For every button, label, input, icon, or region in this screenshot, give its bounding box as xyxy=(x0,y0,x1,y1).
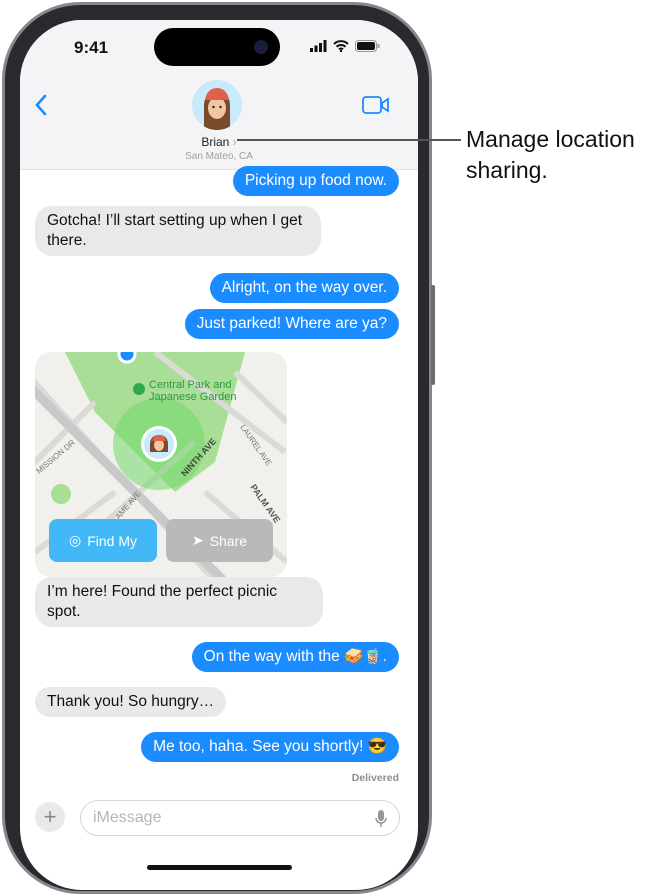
message-bubble[interactable]: Thank you! So hungry… xyxy=(35,687,227,717)
dynamic-island xyxy=(154,28,280,66)
conversation-header: 9:41 Brian › San Mateo, CA xyxy=(20,20,418,170)
delivered-status: Delivered xyxy=(351,772,399,784)
message-bubble[interactable]: I’m here! Found the perfect picnic spot. xyxy=(35,577,323,627)
map-place-label: Central Park and xyxy=(149,379,232,391)
svg-text:AME AVE: AME AVE xyxy=(114,489,143,521)
back-chevron-icon[interactable] xyxy=(34,94,48,116)
callout-text: Manage location sharing. xyxy=(466,126,635,183)
message-input[interactable]: iMessage xyxy=(80,800,400,836)
share-button[interactable]: ➤ Share xyxy=(166,519,273,562)
screen: 9:41 Brian › San Mateo, CA Picking up fo… xyxy=(20,20,418,890)
contact-avatar[interactable] xyxy=(192,80,242,130)
find-my-button[interactable]: ◎ Find My xyxy=(49,519,157,562)
message-bubble[interactable]: On the way with the 🥪🧋. xyxy=(191,642,399,672)
microphone-icon[interactable] xyxy=(375,810,387,828)
message-bubble[interactable]: Just parked! Where are ya? xyxy=(184,309,399,339)
message-bubble[interactable]: Me too, haha. See you shortly! 😎 xyxy=(141,732,399,762)
message-bubble[interactable]: Alright, on the way over. xyxy=(209,273,399,303)
callout-line xyxy=(237,139,461,141)
home-indicator xyxy=(147,865,292,870)
message-bubble[interactable]: Picking up food now. xyxy=(232,166,399,196)
contact-name[interactable]: Brian › xyxy=(20,135,418,149)
svg-text:Japanese Garden: Japanese Garden xyxy=(149,391,236,403)
status-time: 9:41 xyxy=(74,38,109,57)
signal-icon xyxy=(310,40,327,52)
plus-button[interactable]: + xyxy=(35,802,65,832)
location-map[interactable]: Central Park and Japanese Garden NINTH A… xyxy=(35,352,287,577)
wifi-icon xyxy=(333,40,349,52)
message-bubble[interactable]: Gotcha! I’ll start setting up when I get… xyxy=(35,206,321,256)
find-my-icon: ◎ xyxy=(68,532,82,548)
location-arrow-icon: ➤ xyxy=(191,532,204,548)
contact-location: San Mateo, CA xyxy=(185,151,253,162)
battery-icon xyxy=(355,40,380,52)
video-camera-icon[interactable] xyxy=(362,96,390,114)
status-icons xyxy=(310,40,380,52)
side-button xyxy=(431,285,435,385)
